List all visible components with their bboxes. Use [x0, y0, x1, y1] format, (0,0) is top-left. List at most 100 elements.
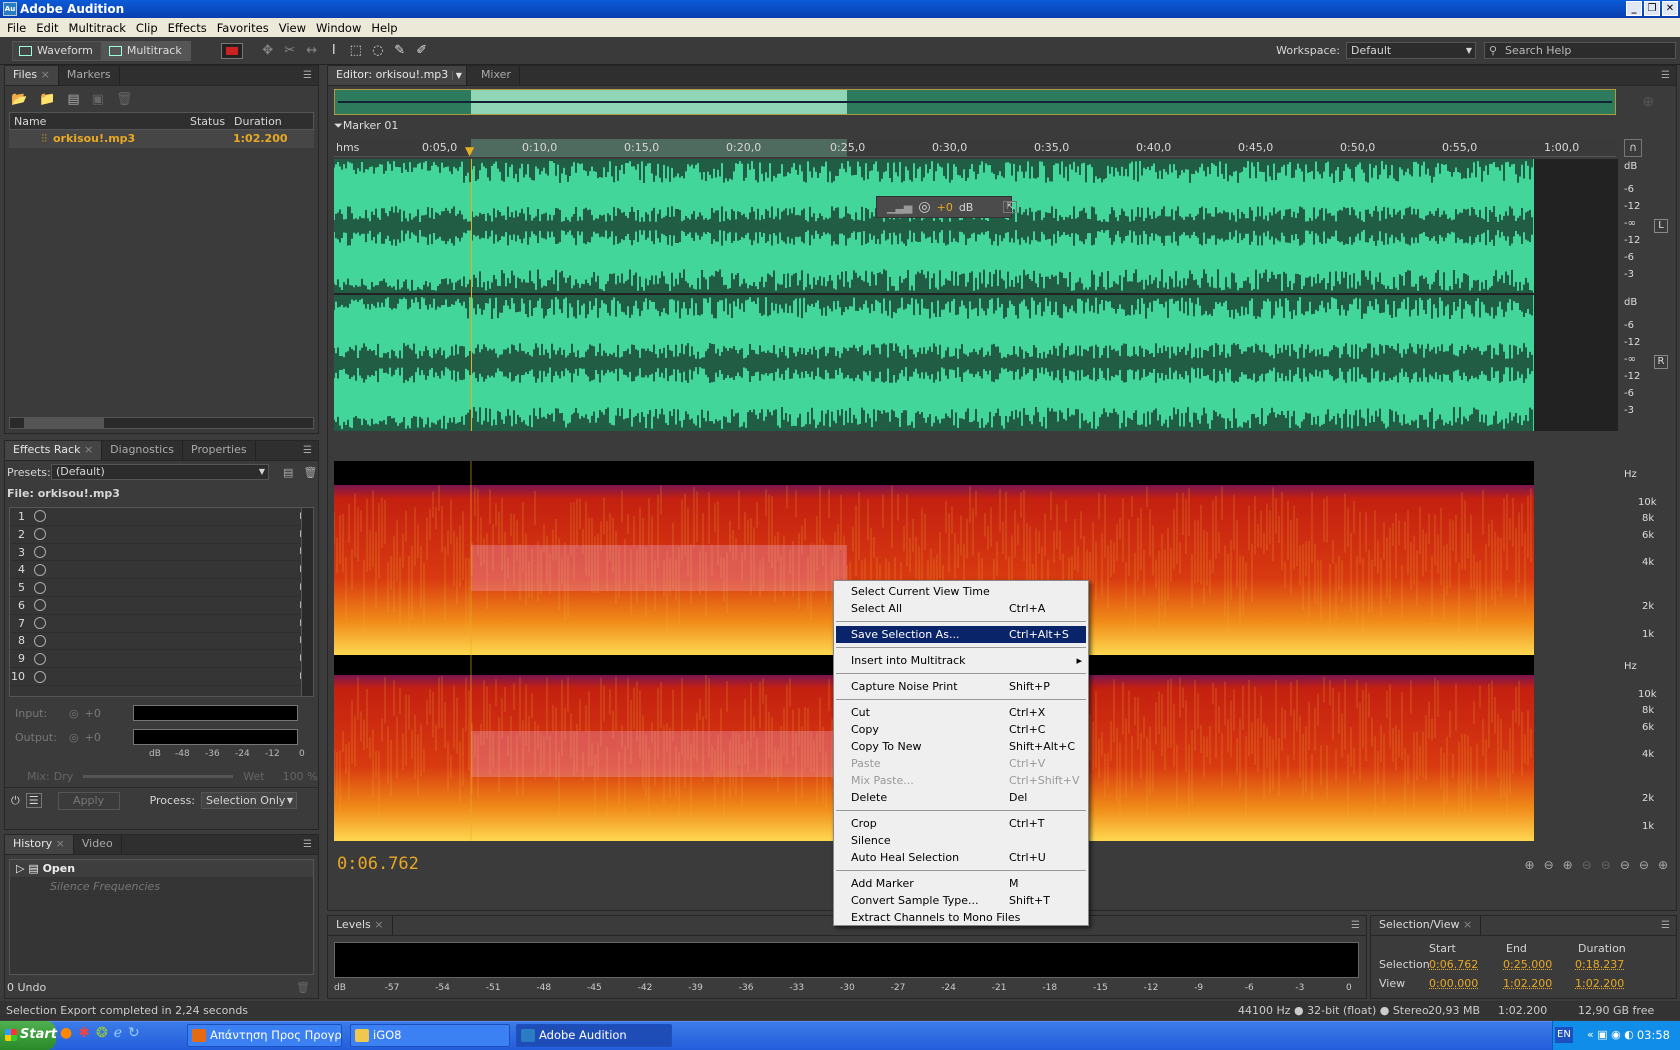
effect-slot[interactable]: 8▶ — [10, 633, 313, 651]
process-select[interactable]: Selection Only ▼ — [201, 792, 298, 809]
marker-label[interactable]: ⏷Marker 01 — [334, 119, 398, 133]
wet-percent[interactable]: 100 % — [283, 770, 318, 783]
tray-icons[interactable]: « ▣ ◉ ◐ — [1587, 1021, 1634, 1049]
close-icon[interactable]: × — [374, 918, 383, 931]
apply-button[interactable]: Apply — [57, 791, 120, 810]
channel-left-toggle[interactable]: L — [1654, 219, 1668, 233]
menu-item-copy[interactable]: Copy Ctrl+C — [834, 721, 1088, 738]
selection-end[interactable]: 0:25.000 — [1503, 958, 1575, 971]
close-icon[interactable]: × — [84, 443, 93, 456]
delete-history-icon[interactable]: 🗑 — [296, 981, 310, 994]
menu-item-add-marker[interactable]: Add Marker M — [834, 875, 1088, 892]
pin-icon[interactable]: ⇱ — [1003, 201, 1017, 213]
col-duration[interactable]: Duration — [234, 113, 282, 129]
playhead-marker-icon[interactable]: ▼ — [465, 144, 474, 158]
files-horizontal-scrollbar[interactable] — [9, 417, 314, 429]
power-icon[interactable] — [34, 599, 46, 612]
history-item[interactable]: Silence Frequencies — [10, 878, 313, 896]
save-preset-icon[interactable]: ▤ — [283, 466, 293, 479]
effect-slot[interactable]: 1▶ — [10, 508, 313, 526]
chevron-down-icon[interactable]: ▼ — [451, 71, 462, 80]
mix-slider[interactable] — [83, 774, 234, 778]
tab-markers[interactable]: Markers — [59, 66, 120, 85]
tab-history[interactable]: History × — [5, 835, 74, 854]
app-launcher-icon[interactable]: ✱ — [78, 1025, 90, 1041]
brush-tool-icon[interactable]: ✎ — [391, 42, 409, 60]
effect-slot[interactable]: 2▶ — [10, 526, 313, 544]
tab-files[interactable]: Files × — [5, 66, 59, 85]
menu-item-extract-channels-to-mono-files[interactable]: Extract Channels to Mono Files — [834, 909, 1088, 926]
slip-tool-icon[interactable]: ↔ — [303, 42, 321, 60]
razor-tool-icon[interactable]: ✂ — [281, 42, 299, 60]
selection-start[interactable]: 0:06.762 — [1429, 958, 1503, 971]
tab-editor[interactable]: Editor: orkisou!.mp3 ▼ — [328, 66, 467, 85]
workspace-select[interactable]: Default ▼ — [1346, 42, 1476, 59]
close-icon[interactable]: × — [56, 837, 65, 850]
menu-item-copy-to-new[interactable]: Copy To New Shift+Alt+C — [834, 738, 1088, 755]
view-duration[interactable]: 1:02.200 — [1575, 977, 1624, 990]
menu-window[interactable]: Window — [311, 21, 366, 35]
output-gain-value[interactable]: +0 — [85, 731, 101, 744]
presets-select[interactable]: (Default) ▼ — [51, 464, 269, 480]
effect-slot[interactable]: 5▶ — [10, 579, 313, 597]
panel-menu-icon[interactable]: ☰ — [303, 70, 312, 81]
file-row[interactable]: ⫶⫶ orkisou!.mp3 1:02.200 — [9, 130, 314, 148]
menu-item-auto-heal-selection[interactable]: Auto Heal Selection Ctrl+U — [834, 849, 1088, 866]
open-file-icon[interactable]: 📂 — [11, 92, 27, 107]
effect-slot[interactable]: 4▶ — [10, 561, 313, 580]
menu-favorites[interactable]: Favorites — [212, 21, 274, 35]
taskbar-item-igo8[interactable]: iGO8 — [350, 1024, 510, 1047]
refresh-icon[interactable]: ↻ — [128, 1025, 140, 1041]
amplitude-hud[interactable]: ▁▃▅ ◎ +0 dB ⇱ — [876, 196, 1017, 218]
view-end[interactable]: 1:02.200 — [1503, 977, 1575, 990]
torrent-icon[interactable]: ❂ — [96, 1025, 108, 1041]
menu-item-cut[interactable]: Cut Ctrl+X — [834, 704, 1088, 721]
panel-menu-icon[interactable]: ☰ — [1661, 70, 1670, 81]
panel-menu-icon[interactable]: ☰ — [1661, 920, 1670, 931]
record-meter-icon[interactable] — [220, 42, 243, 59]
expand-icon[interactable]: ▷ — [16, 862, 24, 875]
waveform-overview[interactable] — [334, 89, 1616, 115]
tab-video[interactable]: Video — [74, 835, 122, 854]
channel-right-toggle[interactable]: R — [1654, 355, 1668, 369]
time-ruler[interactable]: hms 0:05,0 0:10,0 0:15,0 0:20,0 0:25,0 0… — [334, 139, 1616, 158]
menu-item-delete[interactable]: Delete Del — [834, 789, 1088, 806]
menu-item-capture-noise-print[interactable]: Capture Noise Print Shift+P — [834, 678, 1088, 695]
zoom-left-edge-icon[interactable]: ⊖ — [1639, 858, 1649, 872]
input-knob-icon[interactable]: ◎ — [69, 707, 79, 720]
menu-multitrack[interactable]: Multitrack — [64, 21, 131, 35]
effect-slot[interactable]: 9▶ — [10, 650, 313, 669]
spot-healing-tool-icon[interactable]: ✐ — [413, 42, 431, 60]
menu-item-save-selection-as[interactable]: Save Selection As... Ctrl+Alt+S — [836, 626, 1086, 643]
zoom-out-amplitude-icon[interactable]: ⊖ — [1544, 858, 1554, 872]
power-icon[interactable] — [34, 634, 46, 647]
close-button[interactable]: ✕ — [1662, 1, 1678, 16]
move-tool-icon[interactable]: ✥ — [259, 42, 277, 60]
zoom-navigator-icon[interactable]: ⊕ — [1642, 94, 1654, 110]
tab-diagnostics[interactable]: Diagnostics — [102, 441, 184, 460]
menu-help[interactable]: Help — [366, 21, 402, 35]
panel-menu-icon[interactable]: ☰ — [1351, 920, 1360, 931]
multitrack-view-button[interactable]: Multitrack — [101, 40, 191, 61]
effect-slot[interactable]: 10▶ — [10, 668, 313, 686]
maximize-button[interactable]: ❐ — [1644, 1, 1660, 16]
hud-gain-value[interactable]: +0 — [937, 201, 953, 214]
view-start[interactable]: 0:00.000 — [1429, 977, 1503, 990]
panel-menu-icon[interactable]: ☰ — [303, 445, 312, 456]
delete-preset-icon[interactable]: 🗑 — [303, 466, 317, 479]
power-icon[interactable] — [34, 581, 46, 594]
history-item[interactable]: ▷ ▤ Open — [10, 860, 313, 878]
menu-effects[interactable]: Effects — [163, 21, 212, 35]
menu-item-convert-sample-type[interactable]: Convert Sample Type... Shift+T — [834, 892, 1088, 909]
current-time-display[interactable]: 0:06.762 — [337, 854, 419, 874]
menu-clip[interactable]: Clip — [131, 21, 163, 35]
marquee-tool-icon[interactable]: ⬚ — [347, 42, 365, 60]
ie-icon[interactable]: ℯ — [114, 1025, 122, 1041]
effect-slot[interactable]: 7▶ — [10, 615, 313, 633]
time-selection-tool-icon[interactable]: I — [325, 42, 343, 60]
close-icon[interactable]: × — [1463, 918, 1472, 931]
menu-item-insert-into-multitrack[interactable]: Insert into Multitrack ▸ — [834, 652, 1088, 669]
taskbar-item-audition[interactable]: Adobe Audition — [516, 1024, 672, 1047]
menu-edit[interactable]: Edit — [31, 21, 63, 35]
tab-mixer[interactable]: Mixer — [473, 66, 520, 85]
